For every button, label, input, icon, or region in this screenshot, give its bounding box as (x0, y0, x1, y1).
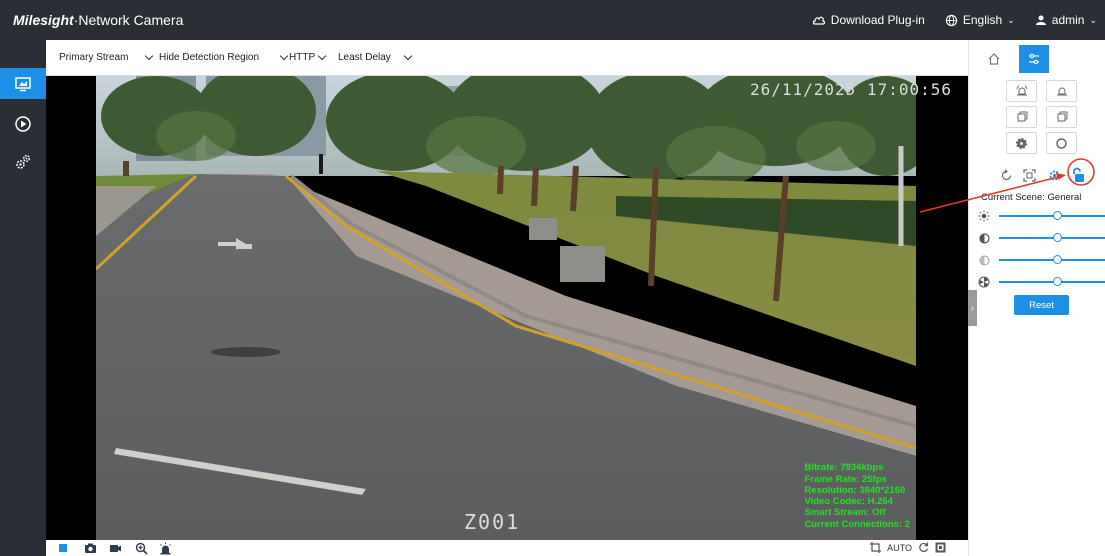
contrast-icon (978, 232, 990, 244)
globe-icon (945, 14, 958, 26)
wiper-off-button[interactable] (1046, 132, 1077, 154)
gear-outline-icon (1056, 137, 1067, 149)
brand-logo: Milesight·Network Camera (13, 12, 184, 28)
panel-collapse-handle[interactable]: › (968, 290, 977, 326)
gear-active-icon (1049, 170, 1059, 180)
slider-knob[interactable] (1053, 277, 1063, 286)
ir-off-button[interactable] (1046, 106, 1077, 128)
sharpness-slider[interactable] (977, 275, 1105, 289)
snapshot-button[interactable] (83, 541, 97, 555)
stream-select[interactable]: Primary Stream (59, 51, 154, 63)
image-settings-panel: Current Scene: General Reset (968, 40, 1105, 556)
scene-settings-button[interactable] (1045, 166, 1063, 184)
bell-double-icon (1016, 85, 1027, 96)
rotate-button[interactable] (997, 166, 1015, 184)
chevron-down-icon: ⌄ (1089, 14, 1097, 25)
chevron-right-icon: › (971, 303, 974, 313)
stretch-mode-label[interactable]: AUTO (887, 543, 912, 553)
bell-icon (1056, 87, 1067, 96)
slider-knob[interactable] (1053, 211, 1063, 220)
live-video[interactable]: 26/11/2025 17:00:56 Z001 Bitrate: 7934kb… (46, 76, 968, 540)
chevron-down-icon: ⌄ (1007, 14, 1015, 25)
sliders-icon (1029, 53, 1039, 65)
home-icon (988, 53, 1000, 65)
stop-icon (59, 544, 67, 552)
chevron-down-icon (317, 51, 327, 61)
current-scene-label: Current Scene: General (981, 192, 1082, 203)
chevron-down-icon (403, 51, 413, 61)
sharpness-icon (978, 276, 990, 288)
plugin-icon (812, 16, 825, 25)
saturation-slider[interactable] (977, 253, 1105, 267)
contrast-slider[interactable] (977, 231, 1105, 245)
video-controls: AUTO (46, 540, 968, 556)
fullscreen-icon[interactable] (935, 542, 946, 553)
delay-select[interactable]: Least Delay (338, 51, 413, 63)
stat-frame-rate: Frame Rate: 25fps (804, 473, 887, 485)
slider-knob[interactable] (1053, 255, 1063, 264)
refresh-icon[interactable] (918, 542, 929, 553)
tab-image[interactable] (1019, 45, 1049, 73)
lock-button[interactable] (1069, 166, 1087, 184)
gear-filled-icon (1016, 137, 1027, 149)
video-camera-icon (109, 545, 121, 552)
slider-knob[interactable] (1053, 233, 1063, 242)
zoom-button[interactable] (134, 541, 148, 555)
window-icon (1017, 111, 1027, 122)
focus-frame-icon (1022, 168, 1036, 182)
tab-ptz[interactable] (979, 45, 1009, 73)
user-icon (1035, 15, 1046, 25)
rotate-icon (1001, 169, 1011, 180)
camera-icon (84, 543, 96, 553)
brightness-slider[interactable] (977, 209, 1105, 223)
stat-codec: Video Codec: H.264 (804, 496, 893, 508)
protocol-select[interactable]: HTTP (289, 51, 327, 63)
stat-bitrate: Bitrate: 7934kbps (804, 462, 884, 474)
wiper-on-button[interactable] (1006, 132, 1037, 154)
stream-stats: Bitrate: 7934kbps Frame Rate: 25fps Reso… (804, 462, 910, 530)
play-circle-icon (15, 115, 31, 132)
stat-smart-stream: Smart Stream: Off (804, 507, 886, 519)
nav-settings[interactable] (0, 146, 46, 177)
window-icon (1057, 111, 1067, 122)
user-menu[interactable]: admin ⌄ (1035, 13, 1097, 27)
top-bar: Milesight·Network Camera Download Plug-i… (0, 0, 1105, 40)
stop-button[interactable] (56, 541, 70, 555)
video-timestamp: 26/11/2025 17:00:56 (749, 80, 952, 99)
unlock-icon (1073, 167, 1084, 182)
gears-icon (16, 154, 30, 169)
monitor-icon (15, 76, 31, 91)
video-frame (96, 76, 916, 540)
language-select[interactable]: English ⌄ (945, 13, 1015, 27)
detection-region-select[interactable]: Hide Detection Region (159, 51, 289, 63)
chevron-down-icon (145, 51, 154, 61)
chevron-down-icon (279, 51, 289, 61)
crop-icon[interactable] (870, 542, 882, 553)
focus-frame-button[interactable] (1020, 166, 1038, 184)
left-nav (0, 40, 46, 556)
alarm-light-icon (159, 542, 171, 554)
sun-icon (978, 210, 990, 222)
stat-connections: Current Connections: 2 (804, 518, 910, 530)
reset-button[interactable]: Reset (1014, 295, 1069, 315)
camera-name: Z001 (464, 510, 521, 534)
alarm-button[interactable] (158, 541, 172, 555)
alarm-out-on-button[interactable] (1006, 80, 1037, 102)
alarm-out-off-button[interactable] (1046, 80, 1077, 102)
stat-resolution: Resolution: 3840*2160 (804, 484, 906, 496)
nav-live-view[interactable] (0, 68, 46, 99)
saturation-icon (979, 255, 989, 265)
zoom-in-icon (135, 542, 148, 555)
ir-on-button[interactable] (1006, 106, 1037, 128)
nav-playback[interactable] (0, 108, 46, 139)
stream-toolbar: Primary Stream Hide Detection Region HTT… (46, 40, 968, 76)
record-button[interactable] (108, 541, 122, 555)
download-plugin-link[interactable]: Download Plug-in (812, 13, 925, 27)
